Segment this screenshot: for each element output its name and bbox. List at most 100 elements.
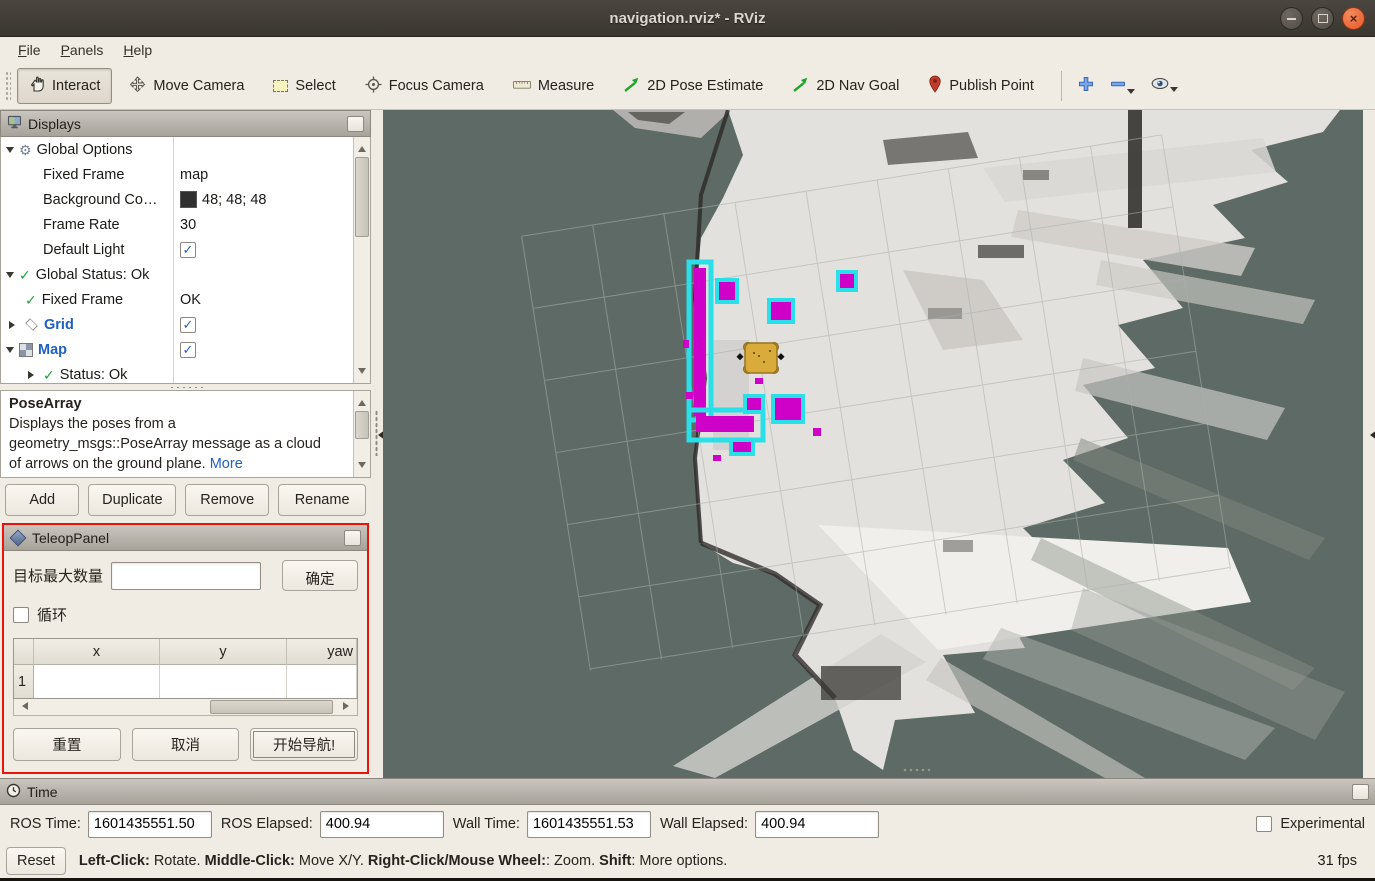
add-button[interactable]: Add	[5, 484, 79, 516]
time-panel-header[interactable]: Time	[0, 778, 1375, 805]
focus-camera-tool[interactable]: Focus Camera	[353, 68, 496, 105]
expander-closed-icon[interactable]	[9, 321, 19, 329]
confirm-button[interactable]: 确定	[282, 560, 358, 591]
measure-tool[interactable]: Measure	[501, 70, 606, 102]
background-color-value[interactable]: 48; 48; 48	[202, 192, 267, 208]
reset-button[interactable]: Reset	[6, 847, 66, 875]
row-header[interactable]: 1	[14, 665, 34, 698]
move-camera-tool[interactable]: Move Camera	[117, 68, 256, 105]
scroll-up-icon[interactable]	[358, 396, 366, 406]
panel-float-button[interactable]	[1352, 784, 1369, 800]
menu-file[interactable]: File	[8, 39, 51, 61]
displays-panel-header[interactable]: Displays	[0, 110, 371, 137]
close-button[interactable]: ×	[1342, 7, 1365, 30]
interact-tool[interactable]: Interact	[17, 68, 112, 104]
teleop-panel: TeleopPanel 目标最大数量 确定 循环 x	[2, 523, 369, 774]
right-collapse-strip[interactable]	[1363, 110, 1375, 778]
nav-goal-tool[interactable]: 2D Nav Goal	[780, 68, 911, 105]
scrollbar-thumb[interactable]	[210, 700, 334, 714]
tree-row-map[interactable]: Map ✓	[1, 337, 353, 362]
select-tool[interactable]: Select	[261, 70, 347, 102]
table-horizontal-scrollbar[interactable]	[13, 699, 358, 716]
column-header-yaw[interactable]: yaw	[287, 639, 357, 665]
wall-time-input[interactable]	[527, 811, 651, 838]
toolbar-separator	[1061, 71, 1062, 101]
panel-float-button[interactable]	[347, 116, 364, 132]
table-cell-y[interactable]	[160, 665, 287, 698]
tree-row-frame-rate[interactable]: Frame Rate 30	[1, 212, 353, 237]
checkbox-checked[interactable]: ✓	[180, 242, 196, 258]
fixed-frame-value[interactable]: map	[180, 167, 208, 183]
tree-row-fixed-frame[interactable]: Fixed Frame map	[1, 162, 353, 187]
column-header-y[interactable]: y	[160, 639, 287, 665]
experimental-label: Experimental	[1280, 816, 1365, 832]
checkbox-checked[interactable]: ✓	[180, 317, 196, 333]
add-tool-button[interactable]	[1072, 72, 1100, 101]
status-ok-icon: ✓	[19, 268, 31, 282]
scroll-left-icon[interactable]	[18, 702, 28, 710]
tree-row-default-light[interactable]: Default Light ✓	[1, 237, 353, 262]
teleop-panel-header[interactable]: TeleopPanel	[4, 525, 367, 551]
color-swatch[interactable]	[180, 191, 197, 208]
loop-checkbox[interactable]	[13, 607, 29, 623]
maximize-icon	[1318, 14, 1328, 23]
max-goal-label: 目标最大数量	[13, 565, 103, 586]
ros-time-label: ROS Time:	[10, 816, 81, 832]
menu-help[interactable]: Help	[113, 39, 162, 61]
column-header-x[interactable]: x	[34, 639, 160, 665]
pose-estimate-tool[interactable]: 2D Pose Estimate	[611, 68, 775, 105]
remove-button[interactable]: Remove	[185, 484, 269, 516]
splitter-dots	[169, 386, 203, 389]
rename-button[interactable]: Rename	[278, 484, 366, 516]
cancel-button[interactable]: 取消	[132, 728, 240, 761]
tree-row-global-options[interactable]: ⚙Global Options	[1, 137, 353, 162]
scroll-down-icon[interactable]	[358, 368, 366, 378]
scroll-right-icon[interactable]	[343, 702, 353, 710]
start-navigation-button[interactable]: 开始导航!	[250, 728, 358, 761]
table-cell-x[interactable]	[34, 665, 160, 698]
scrollbar-thumb[interactable]	[355, 411, 369, 439]
tree-scrollbar[interactable]	[353, 137, 370, 383]
monitor-icon	[7, 115, 22, 132]
tree-row-grid[interactable]: Grid ✓	[1, 312, 353, 337]
expander-open-icon[interactable]	[6, 272, 14, 282]
reset-goals-button[interactable]: 重置	[13, 728, 121, 761]
remove-tool-button[interactable]	[1104, 72, 1141, 101]
focus-camera-label: Focus Camera	[389, 78, 484, 94]
minimize-button[interactable]	[1280, 7, 1303, 30]
panel-float-button[interactable]	[344, 530, 361, 546]
max-goal-input[interactable]	[111, 562, 261, 590]
close-icon: ×	[1350, 12, 1358, 25]
table-cell-yaw[interactable]	[287, 665, 357, 698]
visibility-tool-button[interactable]	[1145, 73, 1184, 99]
toolbar-grip[interactable]	[4, 70, 11, 102]
title-bar[interactable]: navigation.rviz* - RViz ×	[0, 0, 1375, 37]
duplicate-button[interactable]: Duplicate	[88, 484, 176, 516]
expander-closed-icon[interactable]	[28, 371, 38, 379]
publish-point-tool[interactable]: Publish Point	[916, 67, 1046, 105]
tree-row-fixed-frame-status[interactable]: ✓Fixed Frame OK	[1, 287, 353, 312]
panel-viewport-splitter[interactable]	[371, 110, 383, 778]
expander-open-icon[interactable]	[6, 347, 14, 357]
expander-open-icon[interactable]	[6, 147, 14, 157]
tree-row-background-color[interactable]: Background Co… 48; 48; 48	[1, 187, 353, 212]
frame-rate-value[interactable]: 30	[180, 217, 196, 233]
checkbox-checked[interactable]: ✓	[180, 342, 196, 358]
more-link[interactable]: More	[210, 456, 243, 472]
maximize-button[interactable]	[1311, 7, 1334, 30]
experimental-checkbox[interactable]	[1256, 816, 1272, 832]
description-scrollbar[interactable]	[353, 391, 370, 477]
ros-time-input[interactable]	[88, 811, 212, 838]
scroll-up-icon[interactable]	[358, 142, 366, 152]
scrollbar-thumb[interactable]	[355, 157, 369, 237]
grid-display-icon	[25, 318, 38, 331]
ros-elapsed-input[interactable]	[320, 811, 444, 838]
collapse-left-icon[interactable]	[1365, 430, 1375, 440]
scroll-down-icon[interactable]	[358, 462, 366, 472]
wall-elapsed-input[interactable]	[755, 811, 879, 838]
tree-row-global-status[interactable]: ✓Global Status: Ok	[1, 262, 353, 287]
menu-panels[interactable]: Panels	[51, 39, 114, 61]
map-canvas[interactable]	[383, 110, 1363, 778]
render-viewport[interactable]	[383, 110, 1363, 778]
tree-row-map-status[interactable]: ✓Status: Ok	[1, 362, 353, 384]
